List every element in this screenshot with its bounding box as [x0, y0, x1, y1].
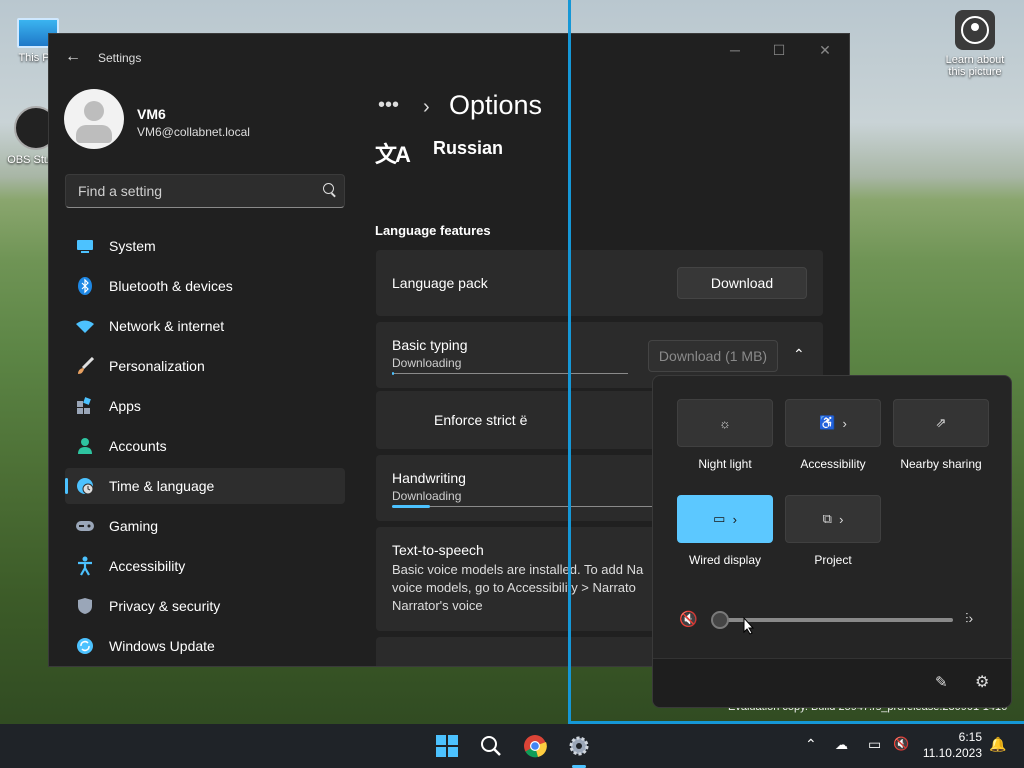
sidebar-item-time-language[interactable]: Time & language	[65, 468, 345, 504]
accessibility-tile[interactable]: ♿ ›	[785, 399, 881, 447]
breadcrumb-more[interactable]: •••	[378, 94, 399, 117]
settings-gear-icon[interactable]	[565, 732, 593, 760]
search-icon[interactable]	[323, 183, 334, 194]
wifi-icon	[75, 316, 95, 336]
volume-thumb[interactable]	[711, 611, 729, 629]
accessibility-icon	[75, 556, 95, 576]
language-pack-label: Language pack	[392, 275, 488, 291]
edit-pencil-icon[interactable]: ✎	[935, 673, 948, 691]
basic-typing-progress	[392, 372, 628, 375]
page-title: Options	[449, 90, 543, 120]
globe-clock-icon	[75, 476, 95, 496]
basic-typing-label: Basic typing	[392, 337, 468, 353]
brush-icon	[75, 356, 95, 376]
wired-display-label: Wired display	[688, 553, 762, 567]
enforce-label: Enforce strict ë	[434, 412, 528, 428]
audio-output-icon[interactable]: ⫶›	[965, 610, 973, 627]
handwriting-progress	[392, 505, 672, 508]
sidebar-item-bluetooth[interactable]: Bluetooth & devices	[65, 268, 345, 304]
monitor-icon	[75, 236, 95, 256]
project-tile[interactable]: ⧉ ›	[785, 495, 881, 543]
avatar	[64, 89, 124, 149]
start-windows-icon[interactable]	[433, 732, 461, 760]
chevron-right-icon: ›	[732, 511, 737, 527]
chevron-right-icon: ›	[423, 96, 430, 118]
bluetooth-icon	[75, 276, 95, 296]
sidebar-item-apps[interactable]: Apps	[65, 388, 345, 424]
search-input[interactable]	[76, 182, 310, 200]
language-name: Russian	[433, 138, 504, 158]
nearby-sharing-tile[interactable]: ⇗	[893, 399, 989, 447]
sidebar-item-gaming[interactable]: Gaming	[65, 508, 345, 544]
nearby-sharing-label: Nearby sharing	[900, 457, 982, 471]
project-label: Project	[814, 553, 852, 567]
title-bar: ← Settings ─ ☐ ✕	[49, 34, 849, 82]
night-light-tile[interactable]: ☼	[677, 399, 773, 447]
update-icon	[75, 636, 95, 656]
accessibility-label: Accessibility	[800, 457, 866, 471]
cast-icon: ▭	[713, 511, 726, 526]
sidebar-item-privacy[interactable]: Privacy & security	[65, 588, 345, 624]
chevron-right-icon: ›	[839, 511, 844, 527]
chevron-up-icon[interactable]: ⌃	[805, 736, 817, 753]
sidebar-item-system[interactable]: System	[65, 228, 345, 264]
camera-info-icon	[955, 10, 995, 50]
settings-gear-icon[interactable]: ⚙	[975, 672, 989, 692]
tts-description: Basic voice models are installed. To add…	[392, 562, 644, 613]
user-email: VM6@collabnet.local	[137, 125, 250, 139]
night-light-label: Night light	[698, 457, 752, 471]
maximize-button[interactable]: ☐	[759, 42, 799, 62]
section-heading: Language features	[375, 223, 491, 238]
sidebar-item-windows-update[interactable]: Windows Update	[65, 628, 345, 664]
brightness-icon: ☼	[719, 415, 731, 431]
onedrive-icon[interactable]: ☁	[835, 737, 848, 753]
tts-label: Text-to-speech	[392, 542, 484, 558]
search-box[interactable]	[65, 174, 345, 208]
shield-icon	[75, 596, 95, 616]
download-1mb-button[interactable]: Download (1 MB)	[648, 340, 778, 372]
wired-display-tile[interactable]: ▭ ›	[677, 495, 773, 543]
sidebar-item-personalization[interactable]: Personalization	[65, 348, 345, 384]
clock-date: 11.10.2023	[922, 746, 982, 760]
chevron-up-icon[interactable]: ⌃	[793, 346, 805, 363]
user-profile[interactable]: VM6 VM6@collabnet.local	[64, 89, 364, 149]
desktop-icon-learn-picture[interactable]: Learn about this picture	[942, 10, 1008, 78]
window-title: Settings	[98, 51, 142, 65]
clock-time: 6:15	[958, 730, 982, 744]
apps-icon	[75, 396, 95, 416]
network-icon[interactable]: ▭	[868, 736, 881, 753]
back-arrow-icon[interactable]: ←	[65, 49, 81, 65]
gamepad-icon	[75, 516, 95, 536]
notification-bell-icon[interactable]: 🔔	[989, 736, 1006, 753]
mouse-cursor	[743, 616, 755, 640]
minimize-button[interactable]: ─	[715, 42, 755, 62]
sidebar-item-accounts[interactable]: Accounts	[65, 428, 345, 464]
sidebar-nav: System Bluetooth & devices Network & int…	[65, 228, 345, 666]
sidebar-item-network[interactable]: Network & internet	[65, 308, 345, 344]
chrome-icon[interactable]	[521, 732, 549, 760]
share-icon: ⇗	[935, 415, 947, 430]
language-pack-card: Language pack Download	[376, 250, 823, 316]
accessibility-icon: ♿	[819, 415, 836, 430]
speaker-muted-icon[interactable]: 🔇	[679, 610, 698, 628]
chevron-right-icon: ›	[842, 415, 847, 431]
volume-muted-icon[interactable]: 🔇	[893, 736, 909, 752]
handwriting-status: Downloading	[392, 489, 462, 503]
language-icon: 文A	[375, 142, 411, 167]
download-button[interactable]: Download	[677, 267, 807, 299]
user-name: VM6	[137, 106, 166, 122]
person-icon	[75, 436, 95, 456]
search-icon[interactable]	[477, 732, 505, 760]
basic-typing-status: Downloading	[392, 356, 462, 370]
quick-settings-panel: ☼ Night light ♿ › Accessibility ⇗ Nearby…	[652, 375, 1012, 708]
clock[interactable]: 6:15 11.10.2023	[923, 729, 982, 761]
close-button[interactable]: ✕	[805, 42, 845, 62]
selection-line-vertical	[568, 0, 571, 724]
taskbar: ⌃ ☁ ▭ 🔇 6:15 11.10.2023 🔔	[0, 724, 1024, 768]
handwriting-label: Handwriting	[392, 470, 466, 486]
sidebar-item-accessibility[interactable]: Accessibility	[65, 548, 345, 584]
project-icon: ⧉	[822, 511, 832, 526]
quick-settings-footer: ✎ ⚙	[653, 658, 1011, 707]
